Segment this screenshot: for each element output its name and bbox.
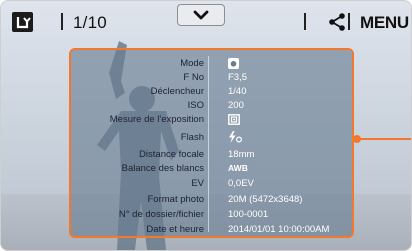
shooting-info-panel: Mode F No F3,5 Déclencheur 1/40 ISO 200 … xyxy=(69,48,354,238)
info-value: F3,5 xyxy=(228,72,248,83)
image-counter: 1/10 xyxy=(73,13,107,32)
toolbar-separator xyxy=(348,13,350,30)
program-mode-icon xyxy=(228,58,239,69)
info-row-white-balance: Balance des blancs AWB xyxy=(71,162,356,175)
info-label: Format photo xyxy=(147,194,205,205)
back-button[interactable] xyxy=(12,12,33,32)
screen-frame: 1/10 MENU Mode F No F3,5 Déclencheur 1/4… xyxy=(0,0,412,251)
info-row-folder-file: N° de dossier/fichier 100-0001 xyxy=(71,208,356,221)
top-toolbar: 1/10 MENU xyxy=(1,1,411,43)
share-button[interactable] xyxy=(326,11,348,33)
info-row-ev: EV 0,0EV xyxy=(71,177,356,190)
collapse-info-button[interactable] xyxy=(177,4,225,26)
info-row-photo-size: Format photo 20M (5472x3648) xyxy=(71,193,356,206)
info-label: Déclencheur xyxy=(150,86,204,97)
info-value: AWB xyxy=(228,163,248,173)
toolbar-separator xyxy=(304,13,306,30)
info-value: 100-0001 xyxy=(228,209,269,220)
share-icon xyxy=(329,13,345,31)
multi-metering-icon xyxy=(228,114,240,125)
info-label: F No xyxy=(183,72,204,83)
info-row-shutter: Déclencheur 1/40 xyxy=(71,85,356,98)
flash-icon xyxy=(228,131,242,143)
chevron-down-icon xyxy=(193,10,209,20)
info-label: EV xyxy=(191,178,204,189)
info-value: 1/40 xyxy=(228,86,247,97)
info-value: 200 xyxy=(228,100,244,111)
info-value: 18mm xyxy=(228,149,255,160)
info-row-date-time: Date et heure 2014/01/01 10:00:00AM xyxy=(71,223,356,236)
info-label: N° de dossier/fichier xyxy=(118,209,204,220)
info-label: Distance focale xyxy=(139,149,204,160)
info-label: Date et heure xyxy=(146,224,204,235)
panel-connector-line xyxy=(358,138,411,140)
info-row-fno: F No F3,5 xyxy=(71,71,356,84)
info-row-focal: Distance focale 18mm xyxy=(71,148,356,161)
info-row-flash: Flash xyxy=(71,131,356,144)
back-icon xyxy=(16,17,31,29)
info-value: 2014/01/01 10:00:00AM xyxy=(228,224,330,235)
info-value: 20M (5472x3648) xyxy=(228,194,303,205)
toolbar-separator xyxy=(61,13,63,30)
info-label: Flash xyxy=(180,132,204,143)
info-label: Balance des blancs xyxy=(121,163,204,174)
info-value: 0,0EV xyxy=(228,178,254,189)
info-row-metering: Mesure de l'exposition xyxy=(71,113,356,126)
info-row-mode: Mode xyxy=(71,57,356,70)
info-label: ISO xyxy=(187,100,204,111)
menu-button[interactable]: MENU xyxy=(360,13,409,33)
info-label: Mesure de l'exposition xyxy=(109,114,204,125)
info-row-iso: ISO 200 xyxy=(71,99,356,112)
info-label: Mode xyxy=(180,58,204,69)
